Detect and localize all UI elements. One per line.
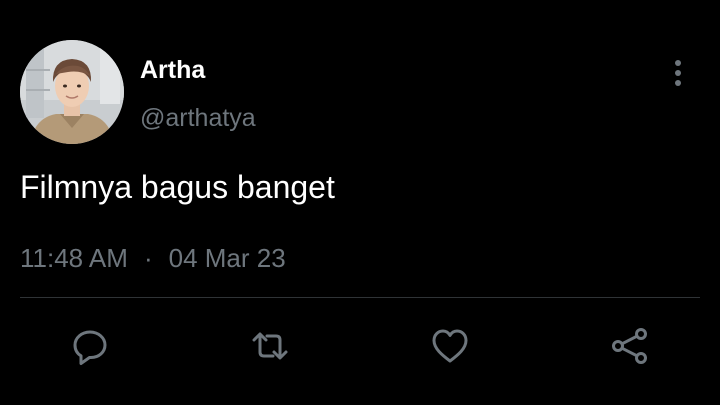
avatar-photo bbox=[20, 40, 124, 144]
display-name[interactable]: Artha bbox=[140, 55, 205, 85]
divider bbox=[20, 297, 700, 298]
tweet-timestamp: 11:48 AM · 04 Mar 23 bbox=[20, 242, 286, 274]
share-button[interactable] bbox=[610, 326, 650, 366]
like-icon bbox=[432, 329, 468, 363]
tweet-date[interactable]: 04 Mar 23 bbox=[169, 243, 286, 273]
retweet-button[interactable] bbox=[250, 326, 290, 366]
tweet-text: Filmnya bagus banget bbox=[20, 169, 335, 205]
share-icon bbox=[612, 328, 647, 364]
reply-button[interactable] bbox=[70, 326, 110, 366]
username-handle[interactable]: @arthatya bbox=[140, 103, 256, 133]
meta-separator: · bbox=[143, 243, 153, 273]
avatar[interactable] bbox=[20, 40, 124, 144]
more-options-icon[interactable] bbox=[664, 56, 692, 90]
reply-icon bbox=[73, 330, 107, 365]
like-button[interactable] bbox=[430, 326, 470, 366]
tweet-time[interactable]: 11:48 AM bbox=[20, 243, 128, 273]
retweet-icon bbox=[252, 332, 288, 360]
